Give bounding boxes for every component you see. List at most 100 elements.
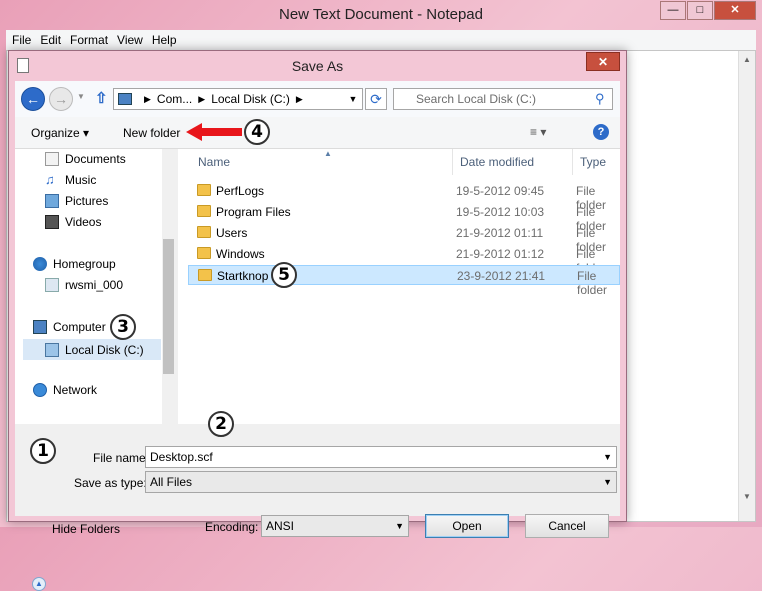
nav-item-user[interactable]: rwsmi_000 [45, 278, 123, 292]
nav-item-label: Videos [65, 215, 102, 229]
menu-view[interactable]: View [115, 30, 150, 50]
notepad-scrollbar[interactable]: ▲ ▼ [738, 51, 755, 521]
view-options-icon[interactable]: ≡ ▾ [530, 125, 546, 139]
column-header-date[interactable]: Date modified [454, 149, 572, 175]
folder-icon [197, 247, 211, 259]
cancel-button[interactable]: Cancel [525, 514, 609, 538]
file-row[interactable]: Program Files 19-5-2012 10:03 File folde… [188, 202, 620, 233]
file-name: Program Files [216, 205, 291, 219]
homegroup-icon [33, 257, 47, 271]
new-folder-button[interactable]: New folder [123, 126, 180, 140]
notepad-title: New Text Document - Notepad [279, 6, 483, 23]
file-name-field[interactable]: Desktop.scf ▼ [145, 446, 617, 468]
file-name-value: Desktop.scf [150, 450, 213, 464]
column-divider[interactable] [572, 149, 573, 175]
file-date: 21-9-2012 01:11 [456, 226, 544, 240]
scroll-down-icon[interactable]: ▼ [743, 492, 751, 501]
nav-item-music[interactable]: ♫ Music [45, 173, 97, 188]
maximize-icon[interactable]: □ [687, 1, 713, 20]
dialog-title: Save As [291, 58, 344, 74]
file-date: 19-5-2012 10:03 [456, 205, 545, 219]
nav-item-documents[interactable]: Documents [45, 152, 126, 166]
annotation-arrow-icon [186, 123, 242, 141]
save-type-label: Save as type: [74, 476, 147, 490]
breadcrumb-separator-icon[interactable]: ▶ [144, 94, 151, 105]
breadcrumb-computer[interactable]: Com... [157, 92, 192, 106]
chevron-down-icon[interactable]: ▼ [395, 516, 404, 536]
command-bar: Organize ▾ New folder ≡ ▾ ? [15, 117, 620, 149]
drive-icon [45, 342, 59, 357]
folder-icon [198, 269, 212, 281]
hide-folders-button[interactable]: Hide Folders [52, 522, 120, 536]
nav-item-homegroup[interactable]: Homegroup [33, 257, 116, 271]
scroll-up-icon[interactable]: ▲ [743, 55, 751, 64]
nav-item-label: Documents [65, 152, 126, 166]
file-list: Name Date modified Type ▲ PerfLogs 19-5-… [178, 149, 620, 486]
annotation-badge-5: 5 [271, 262, 297, 288]
notepad-window-controls: — □ ✕ [659, 1, 756, 20]
address-bar[interactable]: ▶ Com... ▶ Local Disk (C:) ▶ ▼ [113, 88, 363, 110]
dialog-close-icon[interactable]: ✕ [586, 52, 620, 71]
computer-icon [118, 93, 132, 105]
nav-item-label: Music [65, 173, 97, 187]
dialog-titlebar: Save As ✕ [9, 51, 626, 81]
chevron-up-icon[interactable]: ▲ [32, 577, 46, 591]
annotation-badge-1: 1 [30, 438, 56, 464]
open-button[interactable]: Open [425, 514, 509, 538]
nav-item-label: Network [53, 383, 98, 397]
nav-item-label: Homegroup [53, 257, 116, 271]
chevron-down-icon[interactable]: ▼ [344, 89, 362, 109]
save-type-select[interactable]: All Files ▼ [145, 471, 617, 493]
menu-help[interactable]: Help [150, 30, 184, 50]
menu-edit[interactable]: Edit [38, 30, 68, 50]
breadcrumb-separator-icon[interactable]: ▶ [296, 94, 303, 105]
up-folder-icon[interactable]: ⇧ [95, 89, 108, 107]
close-icon[interactable]: ✕ [714, 1, 756, 20]
nav-item-computer[interactable]: Computer [33, 320, 106, 334]
videos-icon [45, 215, 59, 229]
nav-scrollbar[interactable] [162, 149, 175, 424]
search-input[interactable]: Search Local Disk (C:) [393, 88, 613, 110]
breadcrumb-separator-icon[interactable]: ▶ [198, 94, 205, 105]
user-icon [45, 278, 59, 292]
help-icon[interactable]: ? [593, 124, 609, 140]
nav-item-network[interactable]: Network [33, 383, 97, 397]
breadcrumb-local-disk[interactable]: Local Disk (C:) [211, 92, 290, 106]
file-row-selected[interactable]: Startknop 23-9-2012 21:41 File folder [188, 265, 620, 297]
column-divider[interactable] [452, 149, 453, 175]
recent-locations-icon[interactable]: ▼ [77, 92, 85, 101]
nav-item-pictures[interactable]: Pictures [45, 194, 108, 208]
forward-arrow-icon[interactable]: → [49, 87, 73, 111]
column-header-name[interactable]: Name [192, 149, 447, 175]
file-row[interactable]: Users 21-9-2012 01:11 File folder [188, 223, 620, 254]
annotation-badge-4: 4 [244, 119, 270, 145]
refresh-icon[interactable]: ⟳ [365, 88, 387, 110]
back-arrow-icon[interactable]: ← [21, 87, 45, 111]
file-type: File folder [577, 269, 608, 297]
nav-item-videos[interactable]: Videos [45, 215, 101, 229]
file-name: Windows [216, 247, 265, 261]
file-name: Startknop [217, 269, 269, 283]
minimize-icon[interactable]: — [660, 1, 686, 20]
scrollbar-thumb[interactable] [163, 239, 174, 374]
menu-format[interactable]: Format [68, 30, 115, 50]
encoding-select[interactable]: ANSI ▼ [261, 515, 409, 537]
documents-icon [45, 152, 59, 166]
nav-item-local-disk[interactable]: Local Disk (C:) [23, 339, 161, 360]
pictures-icon [45, 194, 59, 208]
folder-icon [197, 205, 211, 217]
chevron-down-icon[interactable]: ▼ [603, 447, 612, 467]
file-date: 19-5-2012 09:45 [456, 184, 545, 198]
search-icon[interactable]: ⚲ [595, 91, 614, 107]
file-name: PerfLogs [216, 184, 265, 198]
folder-icon [197, 184, 211, 196]
file-name-label: File name: [93, 451, 150, 465]
file-row[interactable]: PerfLogs 19-5-2012 09:45 File folder [188, 181, 620, 212]
chevron-down-icon[interactable]: ▼ [603, 472, 612, 492]
menu-file[interactable]: File [10, 30, 38, 50]
column-header-type[interactable]: Type [574, 149, 620, 175]
sort-ascending-icon: ▲ [324, 149, 332, 158]
organize-button[interactable]: Organize ▾ [31, 126, 89, 140]
file-row[interactable]: Windows 21-9-2012 01:12 File folder [188, 244, 620, 275]
folder-icon [197, 226, 211, 238]
